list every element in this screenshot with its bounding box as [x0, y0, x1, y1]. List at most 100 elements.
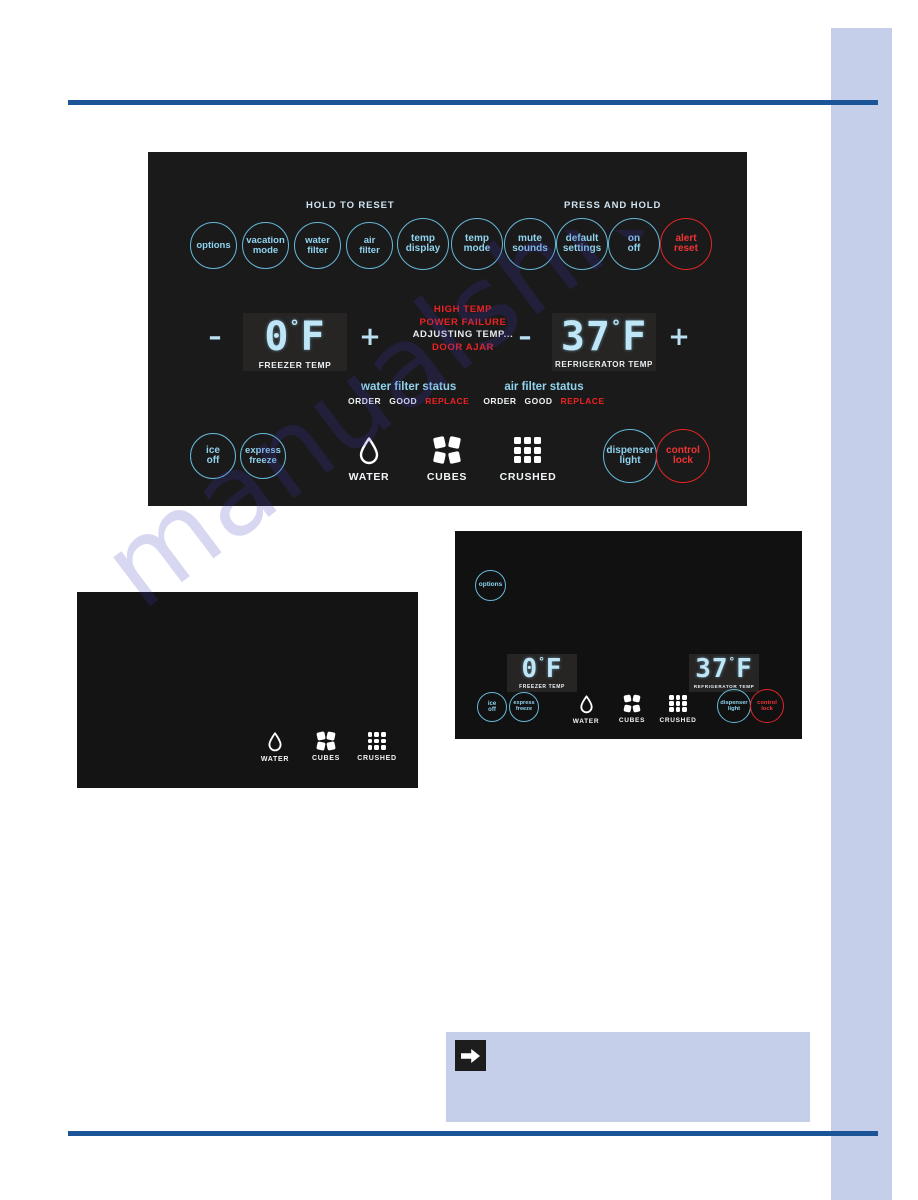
refrigerator-temp-value: 37	[560, 314, 611, 360]
note-callout-box	[446, 1032, 810, 1122]
secondary-button-ice-off-line-1: off	[488, 707, 496, 713]
air-filter-status-title: air filter status	[504, 381, 584, 393]
dispenser-panel-option-crushed[interactable]: CRUSHED	[352, 732, 402, 762]
secondary-button-control-lock-line-1: lock	[761, 706, 773, 712]
refrigerator-temp-minus-button[interactable]: –	[514, 324, 536, 350]
secondary-button-dispenser-light[interactable]: dispenser light	[717, 689, 751, 723]
button-air-filter-line-0: air	[363, 234, 376, 246]
page-side-tab	[831, 28, 892, 1200]
secondary-freezer-temp-degree: °	[538, 654, 546, 668]
refrigerator-temp-degree: °	[610, 315, 623, 336]
refrigerator-temp-unit: F	[622, 314, 648, 360]
dispenser-option-water[interactable]: WATER	[344, 437, 394, 483]
button-water-filter[interactable]: water filter	[294, 222, 341, 269]
secondary-button-control-lock[interactable]: control lock	[750, 689, 784, 723]
button-mute-sounds-line-1: sounds	[512, 243, 548, 254]
secondary-dispenser-option-water[interactable]: WATER	[566, 695, 606, 725]
button-ice-off-line-1: off	[206, 455, 220, 466]
water-drop-icon	[359, 437, 379, 465]
button-options-line-0: options	[196, 239, 231, 251]
refrigerator-temp-display: 37 ° F REFRIGERATOR TEMP	[552, 313, 656, 371]
dispenser-panel-option-cubes[interactable]: CUBES	[303, 731, 349, 762]
freezer-temp-value: 0	[264, 314, 290, 360]
button-water-filter-line-1: filter	[307, 244, 328, 256]
secondary-refrigerator-temp-value: 37	[695, 654, 729, 684]
water-drop-icon	[268, 732, 282, 752]
secondary-freezer-temp-value: 0	[521, 654, 539, 684]
freezer-temp-display: 0 ° F FREEZER TEMP	[243, 313, 347, 371]
water-filter-status-title: water filter status	[361, 381, 457, 393]
header-rule	[68, 100, 878, 105]
dispenser-option-cubes[interactable]: CUBES	[422, 435, 472, 483]
ice-cubes-icon	[432, 435, 461, 464]
secondary-button-express-freeze-line-1: freeze	[515, 706, 533, 712]
hold-to-reset-label: HOLD TO RESET	[306, 200, 395, 211]
dispenser-panel-option-crushed-label: CRUSHED	[357, 755, 397, 762]
air-filter-state-order[interactable]: ORDER	[483, 396, 516, 406]
air-filter-state-good[interactable]: GOOD	[525, 396, 553, 406]
arrow-right-icon	[455, 1040, 486, 1071]
secondary-refrigerator-temp-display: 37 ° F REFRIGERATOR TEMP	[689, 654, 759, 692]
secondary-button-dispenser-light-line-1: light	[727, 706, 741, 712]
freezer-temp-caption: FREEZER TEMP	[258, 360, 332, 370]
button-default-settings[interactable]: default settings	[556, 218, 608, 270]
button-default-settings-line-1: settings	[562, 243, 602, 254]
dispenser-option-crushed-label: CRUSHED	[499, 471, 557, 483]
secondary-button-express-freeze[interactable]: express freeze	[509, 692, 539, 722]
button-vacation-mode-line-0: vacation	[246, 234, 285, 246]
secondary-dispenser-option-cubes-label: CUBES	[618, 717, 646, 724]
button-vacation-mode[interactable]: vacation mode	[242, 222, 289, 269]
freezer-temp-minus-button[interactable]: –	[204, 324, 226, 350]
button-express-freeze[interactable]: express freeze	[240, 433, 286, 479]
button-alert-reset[interactable]: alert reset	[660, 218, 712, 270]
secondary-dispenser-option-cubes[interactable]: CUBES	[612, 694, 652, 724]
button-temp-display[interactable]: temp display	[397, 218, 449, 270]
dispenser-option-water-label: WATER	[348, 471, 390, 483]
crushed-ice-icon	[669, 695, 687, 712]
water-filter-state-order[interactable]: ORDER	[348, 396, 381, 406]
dispenser-panel-option-water-label: WATER	[260, 756, 290, 763]
water-filter-state-good[interactable]: GOOD	[389, 396, 417, 406]
button-dispenser-light[interactable]: dispenser light	[603, 429, 657, 483]
button-dispenser-light-line-1: light	[619, 455, 641, 466]
secondary-dispenser-option-crushed[interactable]: CRUSHED	[656, 695, 700, 724]
button-temp-mode[interactable]: temp mode	[451, 218, 503, 270]
footer-rule	[68, 1131, 878, 1136]
air-filter-state-replace[interactable]: REPLACE	[561, 396, 605, 406]
button-air-filter[interactable]: air filter	[346, 222, 393, 269]
alert-high-temp: HIGH TEMP	[433, 304, 493, 315]
secondary-control-panel: options 0 ° F FREEZER TEMP 37 ° F REFRIGERAT…	[455, 531, 802, 739]
freezer-temp-degree: °	[289, 315, 301, 336]
button-mute-sounds[interactable]: mute sounds	[504, 218, 556, 270]
button-control-lock[interactable]: control lock	[656, 429, 710, 483]
secondary-freezer-temp-unit: F	[545, 654, 563, 684]
button-options[interactable]: options	[190, 222, 237, 269]
secondary-dispenser-option-water-label: WATER	[572, 718, 600, 725]
water-filter-state-replace[interactable]: REPLACE	[425, 396, 469, 406]
dispenser-option-cubes-label: CUBES	[426, 471, 468, 483]
crushed-ice-icon	[514, 437, 542, 463]
secondary-button-ice-off[interactable]: ice off	[477, 692, 507, 722]
button-temp-mode-line-1: mode	[463, 243, 491, 254]
ice-cubes-icon	[622, 694, 641, 713]
secondary-button-options-label: options	[478, 581, 503, 589]
ice-cubes-icon	[316, 731, 336, 751]
button-control-lock-line-1: lock	[672, 455, 693, 466]
button-on-off[interactable]: on off	[608, 218, 660, 270]
secondary-refrigerator-temp-degree: °	[728, 654, 737, 668]
button-ice-off[interactable]: ice off	[190, 433, 236, 479]
refrigerator-temp-plus-button[interactable]: +	[668, 324, 690, 350]
button-express-freeze-line-1: freeze	[249, 455, 277, 466]
secondary-refrigerator-temp-unit: F	[736, 654, 753, 684]
dispenser-option-crushed[interactable]: CRUSHED	[500, 437, 556, 483]
dispenser-only-panel: WATER CUBES CRUSHED	[77, 592, 418, 788]
dispenser-panel-option-water[interactable]: WATER	[252, 732, 298, 763]
secondary-freezer-temp-display: 0 ° F FREEZER TEMP	[507, 654, 577, 692]
secondary-refrigerator-temp-caption: REFRIGERATOR TEMP	[693, 684, 755, 689]
button-air-filter-line-1: filter	[359, 244, 380, 256]
press-and-hold-label: PRESS AND HOLD	[564, 200, 662, 211]
secondary-button-options[interactable]: options	[475, 570, 506, 601]
button-water-filter-line-0: water	[305, 234, 330, 246]
main-control-panel: HOLD TO RESET PRESS AND HOLD options vac…	[148, 152, 747, 506]
button-alert-reset-line-1: reset	[674, 243, 698, 254]
